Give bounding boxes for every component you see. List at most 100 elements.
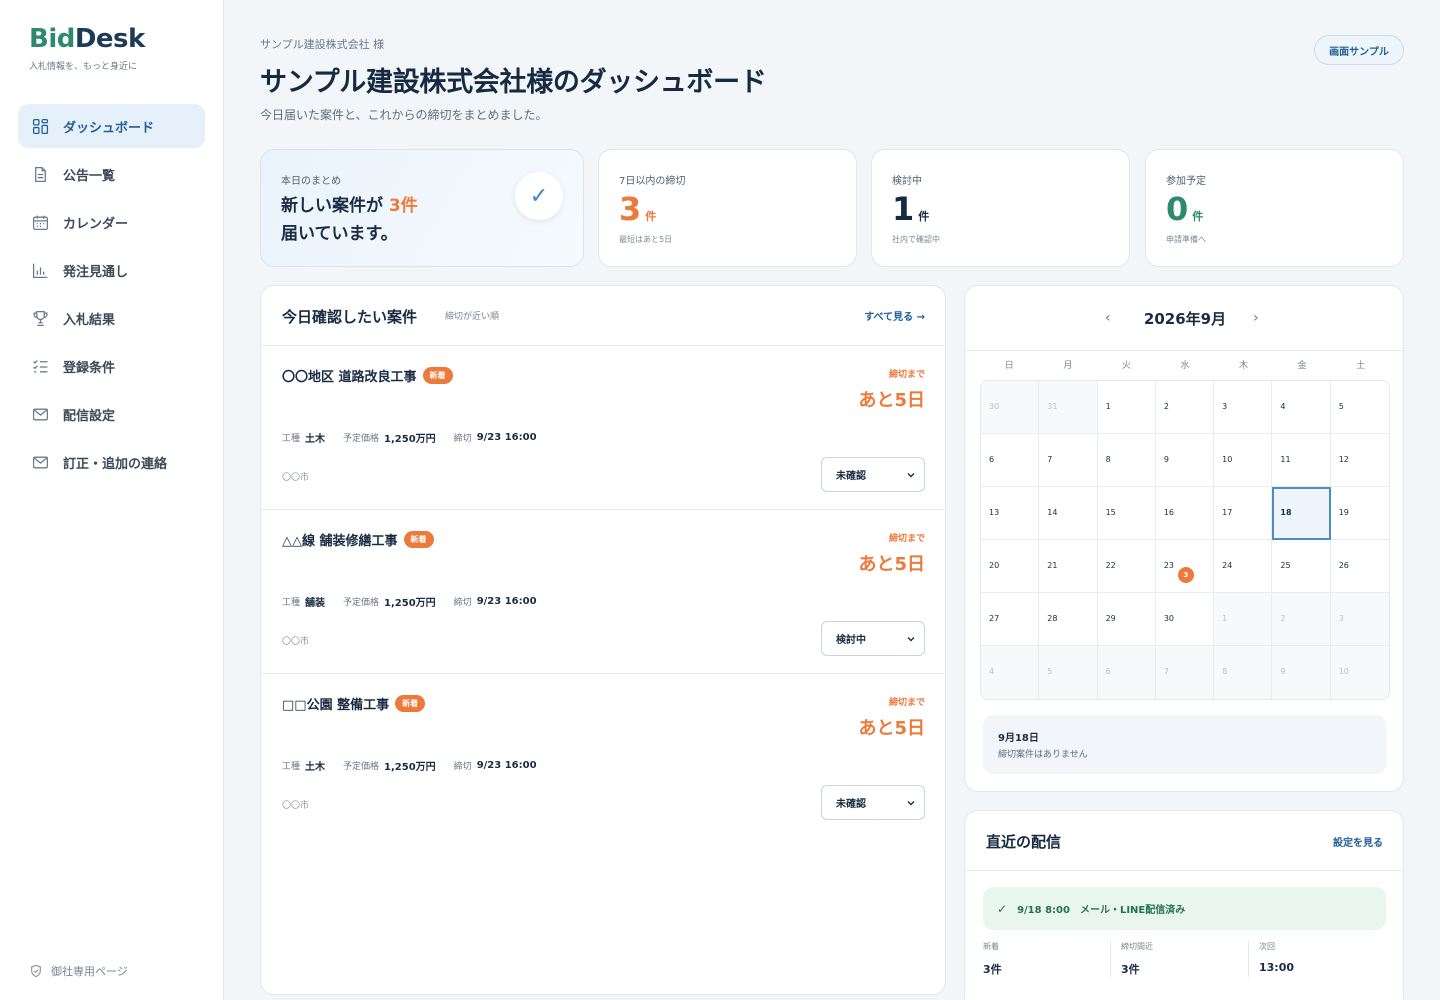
delivery-settings-link[interactable]: 設定を見る bbox=[1333, 834, 1383, 849]
calendar-day[interactable]: 5 bbox=[1330, 381, 1389, 434]
calendar-day[interactable]: 30 bbox=[981, 381, 1040, 434]
calendar-day[interactable]: 10 bbox=[1330, 646, 1389, 699]
weekday-label: 日 bbox=[1004, 361, 1014, 371]
calendar-day[interactable]: 9 bbox=[1155, 434, 1215, 487]
stat-card-2[interactable]: 参加予定 0件 申請準備へ bbox=[1145, 149, 1404, 267]
delivery-stat-label: 新着 bbox=[983, 942, 999, 951]
summary-text: 新しい案件が 3件 届いています。 bbox=[281, 196, 418, 244]
new-badge: 新着 bbox=[422, 367, 453, 384]
calendar-day[interactable]: 25 bbox=[1272, 540, 1331, 593]
calendar-day-today[interactable]: 18 bbox=[1272, 487, 1331, 540]
calendar-day[interactable]: 9 bbox=[1272, 646, 1331, 699]
status-select[interactable]: 検討中 bbox=[821, 621, 925, 656]
calendar-day[interactable]: 14 bbox=[1039, 487, 1098, 540]
selected-day-text: 締切案件はありません bbox=[998, 750, 1088, 760]
new-badge: 新着 bbox=[403, 531, 434, 548]
deadline-label: 締切まで bbox=[888, 370, 925, 380]
calendar-day[interactable]: 2 bbox=[1272, 593, 1331, 646]
delivery-stat-label: 次回 bbox=[1259, 942, 1275, 951]
cases-header: 今日確認したい案件 締切が近い順 すべて見る → bbox=[261, 286, 945, 346]
calendar-day[interactable]: 29 bbox=[1097, 593, 1156, 646]
calendar-day[interactable]: 1 bbox=[1214, 593, 1273, 646]
calendar-day[interactable]: 1 bbox=[1097, 381, 1156, 434]
case-item[interactable]: △△線 舗装修繕工事 新着 締切まで あと5日 工種 舗装 予定価格 1,250万円 … bbox=[261, 510, 945, 674]
calendar-day[interactable]: 12 bbox=[1330, 434, 1389, 487]
chevron-down-icon bbox=[907, 473, 915, 478]
calendar-day[interactable]: 27 bbox=[981, 593, 1040, 646]
calendar-day[interactable]: 15 bbox=[1097, 487, 1156, 540]
calendar-day[interactable]: 4 bbox=[1272, 381, 1331, 434]
sidebar-item-6[interactable]: 配信設定 bbox=[18, 392, 205, 436]
new-badge: 新着 bbox=[395, 695, 426, 712]
sidebar-item-1[interactable]: 公告一覧 bbox=[18, 152, 205, 196]
sidebar-item-label: 入札結果 bbox=[63, 312, 116, 328]
calendar-day[interactable]: 24 bbox=[1214, 540, 1273, 593]
deadline-value: あと5日 bbox=[858, 554, 925, 575]
calendar-day[interactable]: 3 bbox=[1214, 381, 1273, 434]
app-logo[interactable]: BidDesk bbox=[29, 24, 145, 54]
calendar-day[interactable]: 7 bbox=[1155, 646, 1215, 699]
status-select[interactable]: 未確認 bbox=[821, 785, 925, 820]
weekday-label: 月 bbox=[1063, 361, 1073, 371]
summary-label: 本日のまとめ bbox=[281, 176, 341, 187]
case-name[interactable]: 〇〇地区 道路改良工事 新着 bbox=[282, 366, 453, 385]
calendar-day[interactable]: 21 bbox=[1039, 540, 1098, 593]
sidebar-item-3[interactable]: 発注見通し bbox=[18, 248, 205, 292]
calendar-day[interactable]: 28 bbox=[1039, 593, 1098, 646]
calendar-day[interactable]: 22 bbox=[1097, 540, 1156, 593]
delivery-stat-value: 13:00 bbox=[1259, 961, 1295, 974]
stat-label: 検討中 bbox=[892, 176, 922, 187]
calendar-day[interactable]: 6 bbox=[981, 434, 1040, 487]
case-name[interactable]: □□公園 整備工事 新着 bbox=[282, 694, 426, 713]
calendar-day[interactable]: 8 bbox=[1214, 646, 1273, 699]
calendar-day[interactable]: 7 bbox=[1039, 434, 1098, 487]
sidebar-item-2[interactable]: カレンダー bbox=[18, 200, 205, 244]
delivery-stat: 締切間近 3件 bbox=[1110, 941, 1248, 977]
calendar-month: 2026年9月 bbox=[1143, 310, 1227, 328]
chevron-down-icon bbox=[907, 637, 915, 642]
stat-card-0[interactable]: 7日以内の締切 3件 最短はあと5日 bbox=[598, 149, 857, 267]
status-select[interactable]: 未確認 bbox=[821, 457, 925, 492]
case-item[interactable]: □□公園 整備工事 新着 締切まで あと5日 工種 土木 予定価格 1,250万円 締… bbox=[261, 674, 945, 838]
calendar-day[interactable]: 30 bbox=[1155, 593, 1215, 646]
see-all-link[interactable]: すべて見る → bbox=[864, 308, 925, 323]
stat-card-1[interactable]: 検討中 1件 社内で確認中 bbox=[871, 149, 1130, 267]
sidebar-item-4[interactable]: 入札結果 bbox=[18, 296, 205, 340]
calendar-day[interactable]: 8 bbox=[1097, 434, 1156, 487]
next-month-button[interactable]: › bbox=[1253, 310, 1259, 326]
stat-note: 最短はあと5日 bbox=[619, 235, 673, 244]
sidebar: BidDesk 入札情報を、もっと身近に ダッシュボード 公告一覧 カレンダー 発注見… bbox=[0, 0, 224, 1000]
case-name[interactable]: △△線 舗装修繕工事 新着 bbox=[282, 530, 434, 549]
calendar-day[interactable]: 20 bbox=[981, 540, 1040, 593]
calendar-panel: ‹ 2026年9月 › 日月火水木金土 30 31 1 2 3 4 5 6 7 8 9 10 11 12 1… bbox=[964, 285, 1405, 792]
sidebar-item-0[interactable]: ダッシュボード bbox=[18, 104, 205, 148]
calendar-day[interactable]: 31 bbox=[1039, 381, 1098, 434]
calendar-day[interactable]: 16 bbox=[1155, 487, 1215, 540]
calendar-day[interactable]: 19 bbox=[1330, 487, 1389, 540]
deadline-value: あと5日 bbox=[858, 718, 925, 739]
calendar-day[interactable]: 13 bbox=[981, 487, 1040, 540]
document-icon bbox=[31, 165, 49, 183]
calendar-day[interactable]: 23 3 bbox=[1155, 540, 1215, 593]
sidebar-item-7[interactable]: 訂正・追加の連絡 bbox=[18, 440, 205, 484]
calendar-day[interactable]: 6 bbox=[1097, 646, 1156, 699]
calendar-day[interactable]: 10 bbox=[1214, 434, 1273, 487]
calendar-icon bbox=[31, 213, 49, 231]
calendar-day[interactable]: 5 bbox=[1039, 646, 1098, 699]
calendar-day[interactable]: 17 bbox=[1214, 487, 1273, 540]
calendar-day[interactable]: 2 bbox=[1155, 381, 1215, 434]
delivery-stat-value: 3件 bbox=[1121, 963, 1140, 976]
sidebar-item-5[interactable]: 登録条件 bbox=[18, 344, 205, 388]
sidebar-item-label: ダッシュボード bbox=[63, 120, 155, 136]
selected-day-detail: 9月18日 締切案件はありません bbox=[983, 715, 1386, 774]
case-item[interactable]: 〇〇地区 道路改良工事 新着 締切まで あと5日 工種 土木 予定価格 1,250万円… bbox=[261, 346, 945, 510]
sidebar-nav: ダッシュボード公告一覧 カレンダー 発注見通し入札結果登録条件 配信設定 訂正・追加の連… bbox=[18, 104, 205, 488]
calendar-day[interactable]: 26 bbox=[1330, 540, 1389, 593]
trophy-icon bbox=[31, 309, 49, 327]
calendar-day[interactable]: 11 bbox=[1272, 434, 1331, 487]
calendar-day[interactable]: 3 bbox=[1330, 593, 1389, 646]
delivery-header: 直近の配信 設定を見る bbox=[965, 811, 1403, 871]
weekday-label: 金 bbox=[1297, 361, 1307, 371]
calendar-day[interactable]: 4 bbox=[981, 646, 1040, 699]
screen-sample-button[interactable]: 画面サンプル bbox=[1314, 35, 1404, 65]
